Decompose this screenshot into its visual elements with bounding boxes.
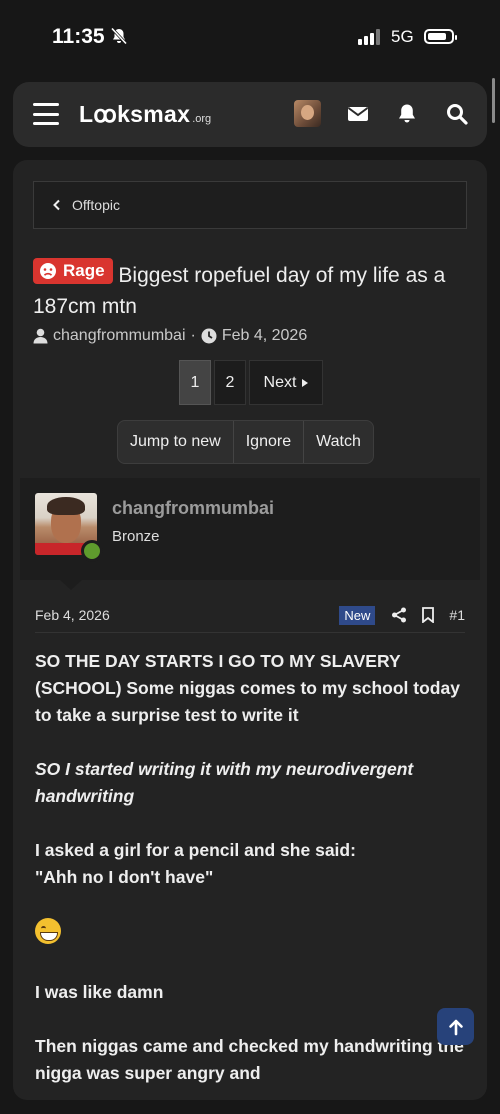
thread-meta: changfrommumbai · Feb 4, 2026 [33,327,307,345]
arrow-up-icon [448,1019,463,1035]
grinning-squint-emoji-icon [35,918,61,944]
angry-face-icon [40,263,56,279]
breadcrumb-label: Offtopic [72,197,120,213]
search-icon[interactable] [445,102,469,126]
post-paragraph: SO I started writing it with my neurodiv… [35,759,414,806]
ignore-button[interactable]: Ignore [234,421,305,463]
new-badge: New [339,605,376,625]
meta-separator: · [190,327,196,344]
bell-off-icon [110,27,128,45]
page-2-button[interactable]: 2 [214,360,246,405]
battery-icon [424,29,457,44]
post-line: I asked a girl for a pencil and she said… [35,840,356,860]
jump-to-new-button[interactable]: Jump to new [118,421,234,463]
post-divider [35,632,465,633]
menu-icon[interactable] [33,103,59,125]
post-paragraph: SO THE DAY STARTS I GO TO MY SLAVERY (SC… [35,651,460,725]
inbox-envelope-icon[interactable] [346,102,370,126]
thread-actions: Jump to new Ignore Watch [117,420,374,464]
top-navbar: Lꝏksmax .org [13,82,487,147]
online-status-indicator [81,540,103,562]
bookmark-icon[interactable] [421,607,435,623]
post-body: SO THE DAY STARTS I GO TO MY SLAVERY (SC… [35,648,465,1114]
thread-date[interactable]: Feb 4, 2026 [222,327,307,345]
account-avatar[interactable] [294,100,321,127]
post-paragraph: I was like damn [35,982,164,1002]
chevron-left-icon [53,199,60,211]
post-paragraph-quote: I asked a girl for a pencil and she said… [35,837,465,891]
page-scrollbar[interactable] [492,78,495,123]
network-type: 5G [391,27,414,46]
site-logo[interactable]: Lꝏksmax .org [79,101,211,128]
status-time: 11:35 [52,25,105,48]
user-icon [33,328,48,344]
alerts-bell-icon[interactable] [395,102,419,126]
thread-author[interactable]: changfrommumbai [53,327,186,345]
post-header: Feb 4, 2026 New #1 [35,597,465,633]
post-number[interactable]: #1 [449,607,465,623]
post-line: "Ahh no I don't have" [35,867,214,887]
thread-card: Offtopic Rage Biggest ropefuel day of my… [13,160,487,1100]
status-bar: 11:35 5G [0,0,500,76]
caret-right-icon [302,378,309,387]
signal-icon [358,29,380,45]
watch-button[interactable]: Watch [304,421,373,463]
user-block-arrow [60,580,82,590]
share-icon[interactable] [391,607,407,623]
post-author-rank: Bronze [112,528,160,545]
thread-prefix-badge[interactable]: Rage [33,258,113,284]
scroll-to-top-button[interactable] [437,1008,474,1045]
prefix-label: Rage [63,261,105,280]
post-user-block: changfrommumbai Bronze [20,478,480,580]
next-page-button[interactable]: Next [249,360,323,405]
post-date[interactable]: Feb 4, 2026 [35,607,339,623]
logo-tld: .org [192,113,212,125]
thread-title: Rage Biggest ropefuel day of my life as … [33,258,473,322]
post-emoji-line [35,918,465,952]
post-paragraph: Then niggas came and checked my handwrit… [35,1036,464,1083]
page-1-button[interactable]: 1 [179,360,211,405]
breadcrumb[interactable]: Offtopic [33,181,467,229]
logo-text: Lꝏksmax [79,101,191,127]
pagination: 1 2 Next [179,360,323,405]
post-author-name[interactable]: changfrommumbai [112,498,274,519]
clock-icon [201,328,217,344]
next-label: Next [263,373,297,391]
